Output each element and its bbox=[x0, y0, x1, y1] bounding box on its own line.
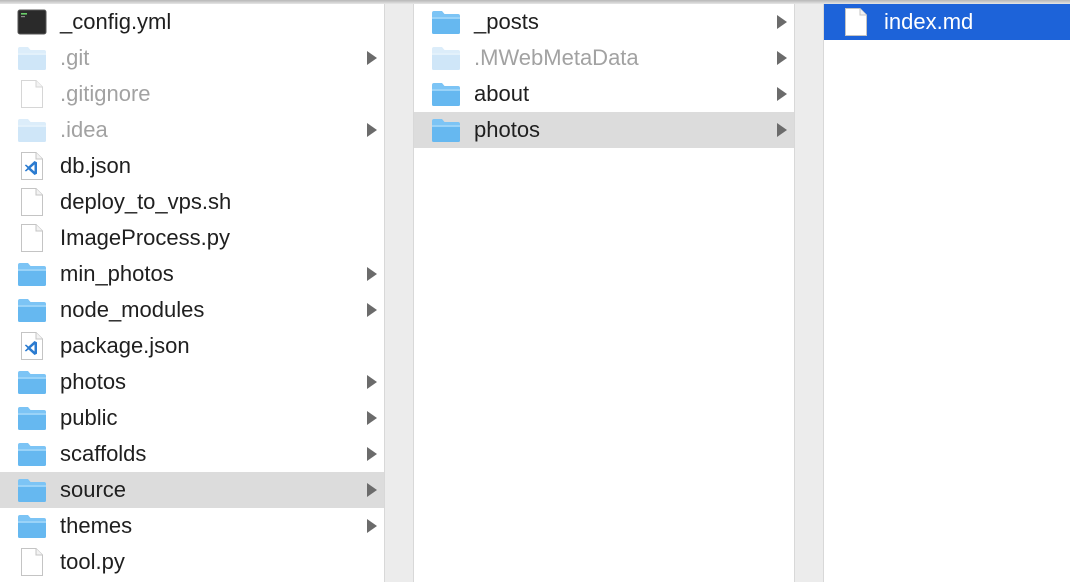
folder-icon bbox=[16, 510, 48, 542]
item-label: min_photos bbox=[60, 261, 174, 286]
folder-icon bbox=[16, 258, 48, 290]
terminal-icon bbox=[16, 6, 48, 38]
folder-icon bbox=[16, 366, 48, 398]
chevron-right-icon bbox=[364, 436, 378, 472]
folder-row[interactable]: source bbox=[0, 472, 384, 508]
item-label: _posts bbox=[474, 9, 539, 34]
column-photos[interactable]: index.md bbox=[824, 4, 1070, 582]
item-label: index.md bbox=[884, 9, 974, 34]
item-label: deploy_to_vps.sh bbox=[60, 189, 232, 214]
document-icon bbox=[16, 222, 48, 254]
item-label: .git bbox=[60, 45, 90, 70]
folder-icon bbox=[16, 114, 48, 146]
column-project-root[interactable]: _config.yml .git .gitignore .idea db.json dep… bbox=[0, 4, 384, 582]
item-label: .gitignore bbox=[60, 81, 151, 106]
item-label: scaffolds bbox=[60, 441, 147, 466]
folder-row[interactable]: photos bbox=[0, 364, 384, 400]
item-label: photos bbox=[60, 369, 127, 394]
chevron-right-icon bbox=[774, 76, 788, 112]
file-row[interactable]: db.json bbox=[0, 148, 384, 184]
folder-row[interactable]: min_photos bbox=[0, 256, 384, 292]
folder-row[interactable]: themes bbox=[0, 508, 384, 544]
folder-icon bbox=[16, 474, 48, 506]
file-row[interactable]: index.md bbox=[824, 4, 1070, 40]
folder-row[interactable]: scaffolds bbox=[0, 436, 384, 472]
folder-icon bbox=[16, 402, 48, 434]
folder-icon bbox=[16, 42, 48, 74]
file-row[interactable]: tool.py bbox=[0, 544, 384, 580]
chevron-right-icon bbox=[364, 112, 378, 148]
folder-icon bbox=[16, 438, 48, 470]
file-row[interactable]: .gitignore bbox=[0, 76, 384, 112]
chevron-right-icon bbox=[364, 400, 378, 436]
document-icon bbox=[840, 6, 872, 38]
file-row[interactable]: deploy_to_vps.sh bbox=[0, 184, 384, 220]
chevron-right-icon bbox=[774, 112, 788, 148]
vscode-document-icon bbox=[16, 150, 48, 182]
item-label: about bbox=[474, 81, 530, 106]
chevron-right-icon bbox=[774, 4, 788, 40]
chevron-right-icon bbox=[774, 40, 788, 76]
item-label: db.json bbox=[60, 153, 131, 178]
folder-icon bbox=[430, 114, 462, 146]
chevron-right-icon bbox=[364, 292, 378, 328]
folder-row[interactable]: node_modules bbox=[0, 292, 384, 328]
document-icon bbox=[16, 186, 48, 218]
item-label: tool.py bbox=[60, 549, 125, 574]
item-label: themes bbox=[60, 513, 133, 538]
chevron-right-icon bbox=[364, 256, 378, 292]
item-label: public bbox=[60, 405, 118, 430]
folder-icon bbox=[430, 78, 462, 110]
folder-row[interactable]: .MWebMetaData bbox=[414, 40, 794, 76]
folder-icon bbox=[16, 294, 48, 326]
item-label: _config.yml bbox=[60, 9, 172, 34]
item-label: node_modules bbox=[60, 297, 205, 322]
folder-row[interactable]: .git bbox=[0, 40, 384, 76]
file-row[interactable]: package.json bbox=[0, 328, 384, 364]
item-label: .idea bbox=[60, 117, 108, 142]
file-row[interactable]: ImageProcess.py bbox=[0, 220, 384, 256]
document-icon bbox=[16, 546, 48, 578]
folder-row[interactable]: about bbox=[414, 76, 794, 112]
folder-icon bbox=[430, 6, 462, 38]
document-icon bbox=[16, 78, 48, 110]
item-label: .MWebMetaData bbox=[474, 45, 639, 70]
column-source[interactable]: _posts .MWebMetaData about photos bbox=[414, 4, 794, 582]
folder-icon bbox=[430, 42, 462, 74]
item-label: source bbox=[60, 477, 127, 502]
column-divider[interactable] bbox=[794, 4, 824, 582]
folder-row[interactable]: .idea bbox=[0, 112, 384, 148]
item-label: ImageProcess.py bbox=[60, 225, 230, 250]
item-label: photos bbox=[474, 117, 541, 142]
chevron-right-icon bbox=[364, 364, 378, 400]
vscode-document-icon bbox=[16, 330, 48, 362]
folder-row[interactable]: photos bbox=[414, 112, 794, 148]
file-row[interactable]: _config.yml bbox=[0, 4, 384, 40]
folder-row[interactable]: public bbox=[0, 400, 384, 436]
item-label: package.json bbox=[60, 333, 190, 358]
chevron-right-icon bbox=[364, 508, 378, 544]
folder-row[interactable]: _posts bbox=[414, 4, 794, 40]
chevron-right-icon bbox=[364, 472, 378, 508]
column-divider[interactable] bbox=[384, 4, 414, 582]
chevron-right-icon bbox=[364, 40, 378, 76]
